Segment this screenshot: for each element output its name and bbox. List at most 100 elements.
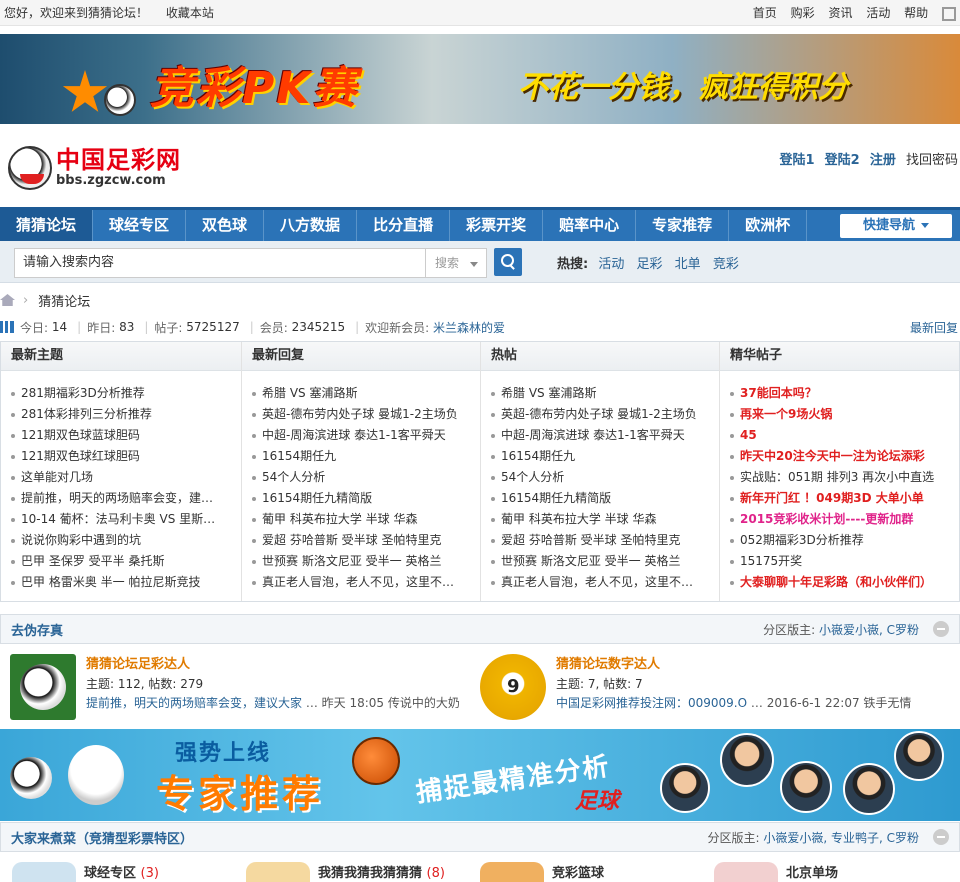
bookmark-link[interactable]: 收藏本站 (166, 6, 214, 20)
list-item[interactable]: 052期福彩3D分析推荐 (730, 530, 959, 551)
list-item[interactable]: 121期双色球蓝球胆码 (11, 425, 241, 446)
nav-item-lottery-results[interactable]: 彩票开奖 (450, 210, 544, 241)
list-item[interactable]: 真正老人冒泡，老人不见，这里不是老人了 (491, 572, 719, 593)
nav-item-forum[interactable]: 猜猜论坛 (0, 210, 94, 241)
nav-item-data[interactable]: 八方数据 (264, 210, 358, 241)
recover-password-link[interactable]: 找回密码 (906, 153, 958, 168)
moderator-links[interactable]: 小嶶爱小嶶, 专业鸭子, C罗粉 (763, 829, 919, 846)
moderator-links[interactable]: 小嶶爱小嶶, C罗粉 (819, 621, 919, 638)
forum-name[interactable]: 猜猜论坛足彩达人 (86, 655, 460, 675)
login2-link[interactable]: 登陆2 (825, 153, 860, 168)
column-title: 热帖 (481, 342, 719, 371)
list-item[interactable]: 281期福彩3D分析推荐 (11, 383, 241, 404)
list-item[interactable]: 121期双色球红球胆码 (11, 446, 241, 467)
list-item[interactable]: 16154期任九精简版 (252, 488, 480, 509)
register-link[interactable]: 注册 (870, 153, 896, 168)
site-header: 中国足彩网 bbs.zgzcw.com 登陆1 登陆2 注册 找回密码 (0, 130, 960, 206)
mascot-icon (68, 745, 124, 805)
nav-item-euro-cup[interactable]: 欧洲杯 (729, 210, 808, 241)
list-item[interactable]: 爱超 芬哈普斯 受半球 圣帕特里克 (252, 530, 480, 551)
nav-item-odds[interactable]: 赔率中心 (543, 210, 637, 241)
new-member-link[interactable]: 米兰森林的爱 (433, 319, 505, 336)
forum-last-post[interactable]: 中国足彩网推荐投注网：009009.O (556, 696, 747, 710)
promo-banner[interactable]: 竞彩PK赛 不花一分钱，疯狂得积分 (0, 34, 960, 124)
nav-item-ssq[interactable]: 双色球 (186, 210, 265, 241)
top-link-events[interactable]: 活动 (866, 6, 890, 20)
list-item[interactable]: 真正老人冒泡，老人不见，这里不是老人了 (252, 572, 480, 593)
forum-icon[interactable] (12, 862, 76, 882)
list-item[interactable]: 16154期任九 (491, 446, 719, 467)
list-item[interactable]: 昨天中20注今天中一注为论坛添彩 (730, 446, 959, 467)
list-item[interactable]: 大泰聊聊十年足彩路（和小伙伴们） (730, 572, 959, 593)
list-item[interactable]: 37能回本吗？ (730, 383, 959, 404)
search-icon[interactable] (494, 248, 522, 276)
list-item[interactable]: 10-14 葡杯：法马利卡奥 VS 里斯本竞技 (11, 509, 241, 530)
list-item[interactable]: 爱超 芬哈普斯 受半球 圣帕特里克 (491, 530, 719, 551)
list-item[interactable]: 巴甲 圣保罗 受平半 桑托斯 (11, 551, 241, 572)
breadcrumb-current[interactable]: 猜猜论坛 (38, 291, 90, 310)
list-item[interactable]: 英超-德布劳内处子球 曼城1-2主场负 (252, 404, 480, 425)
nav-item-live-score[interactable]: 比分直播 (357, 210, 451, 241)
list-item[interactable]: 再来一个9场火锅 (730, 404, 959, 425)
list-item[interactable]: 281体彩排列三分析推荐 (11, 404, 241, 425)
login1-link[interactable]: 登陆1 (779, 153, 814, 168)
forum-icon[interactable] (714, 862, 778, 882)
forum-icon[interactable] (246, 862, 310, 882)
top-link-home[interactable]: 首页 (753, 6, 777, 20)
list-item[interactable]: 希腊 VS 塞浦路斯 (252, 383, 480, 404)
search-input[interactable]: 请输入搜索内容 (14, 248, 426, 278)
section-header-1: 去伪存真 分区版主: 小嶶爱小嶶, C罗粉 (0, 614, 960, 644)
list-item[interactable]: 中超-周海滨进球 泰达1-1客平舜天 (252, 425, 480, 446)
list-item[interactable]: 提前推，明天的两场赔率会变，建议大家早点下注 (11, 488, 241, 509)
hot-search-link[interactable]: 足彩 (637, 257, 663, 272)
expert-ad-banner[interactable]: 强势上线 专家推荐 捕捉最精准分析 足球 (0, 729, 960, 821)
hot-search-link[interactable]: 北单 (675, 257, 701, 272)
list-item[interactable]: 16154期任九精简版 (491, 488, 719, 509)
hot-search-link[interactable]: 活动 (598, 257, 624, 272)
forum-list-1: 猜猜论坛足彩达人 主题: 112, 帖数: 279 提前推，明天的两场赔率会变，… (0, 650, 960, 726)
home-icon[interactable] (0, 294, 15, 306)
section-moderators: 分区版主: 小嶶爱小嶶, 专业鸭子, C罗粉 (707, 829, 949, 846)
list-item[interactable]: 葡甲 科英布拉大学 半球 华森 (252, 509, 480, 530)
section-title[interactable]: 去伪存真 (11, 620, 63, 639)
list-item[interactable]: 新年开门红 ！049期3D 大单小单 (730, 488, 959, 509)
billiard-ball-icon[interactable] (480, 654, 546, 720)
newest-reply-link[interactable]: 最新回复 (910, 319, 958, 336)
list-item[interactable]: 葡甲 科英布拉大学 半球 华森 (491, 509, 719, 530)
ad-badge: 足球 (575, 789, 620, 814)
list-item[interactable]: 16154期任九 (252, 446, 480, 467)
site-logo[interactable]: 中国足彩网 bbs.zgzcw.com (8, 146, 181, 190)
list-item[interactable]: 54个人分析 (252, 467, 480, 488)
nav-item-expert-picks[interactable]: 专家推荐 (636, 210, 730, 241)
list-item[interactable]: 54个人分析 (491, 467, 719, 488)
soccer-ball-icon[interactable] (10, 654, 76, 720)
top-link-help[interactable]: 帮助 (904, 6, 928, 20)
forum-name[interactable]: 猜猜论坛数字达人 (556, 655, 911, 675)
list-item[interactable]: 希腊 VS 塞浦路斯 (491, 383, 719, 404)
list-item[interactable]: 这单能对几场 (11, 467, 241, 488)
list-item[interactable]: 实战贴：051期 排列3 再次小中直选 (730, 467, 959, 488)
list-item[interactable]: 巴甲 格雷米奥 半一 帕拉尼斯竞技 (11, 572, 241, 593)
search-scope-select[interactable]: 搜索 (425, 248, 487, 278)
list-item[interactable]: 世预赛 斯洛文尼亚 受半一 英格兰 (252, 551, 480, 572)
collapse-icon[interactable] (933, 829, 949, 845)
search-bar: 请输入搜索内容 搜索 热搜: 活动 足彩 北单 竞彩 (0, 241, 960, 283)
hot-search-link[interactable]: 竞彩 (713, 257, 739, 272)
top-link-buy[interactable]: 购彩 (791, 6, 815, 20)
nav-item-expert-zone[interactable]: 球经专区 (93, 210, 187, 241)
list-item[interactable]: 45 (730, 425, 959, 446)
list-item[interactable]: 15175开奖 (730, 551, 959, 572)
quick-nav-button[interactable]: 快捷导航 (840, 214, 952, 238)
list-item[interactable]: 英超-德布劳内处子球 曼城1-2主场负 (491, 404, 719, 425)
section-title[interactable]: 大家来煮菜（竞猜型彩票特区） (11, 828, 193, 847)
forum-icon[interactable] (480, 862, 544, 882)
list-item[interactable]: 世预赛 斯洛文尼亚 受半一 英格兰 (491, 551, 719, 572)
list-item[interactable]: 说说你购彩中遇到的坑 (11, 530, 241, 551)
collapse-icon[interactable] (933, 621, 949, 637)
top-link-news[interactable]: 资讯 (828, 6, 852, 20)
stats-chart-icon (0, 321, 14, 333)
list-item[interactable]: 2015竞彩收米计划----更新加群 (730, 509, 959, 530)
forum-last-post[interactable]: 提前推，明天的两场赔率会变，建议大家 (86, 696, 302, 710)
list-item[interactable]: 中超-周海滨进球 泰达1-1客平舜天 (491, 425, 719, 446)
maximize-icon[interactable] (942, 6, 956, 21)
